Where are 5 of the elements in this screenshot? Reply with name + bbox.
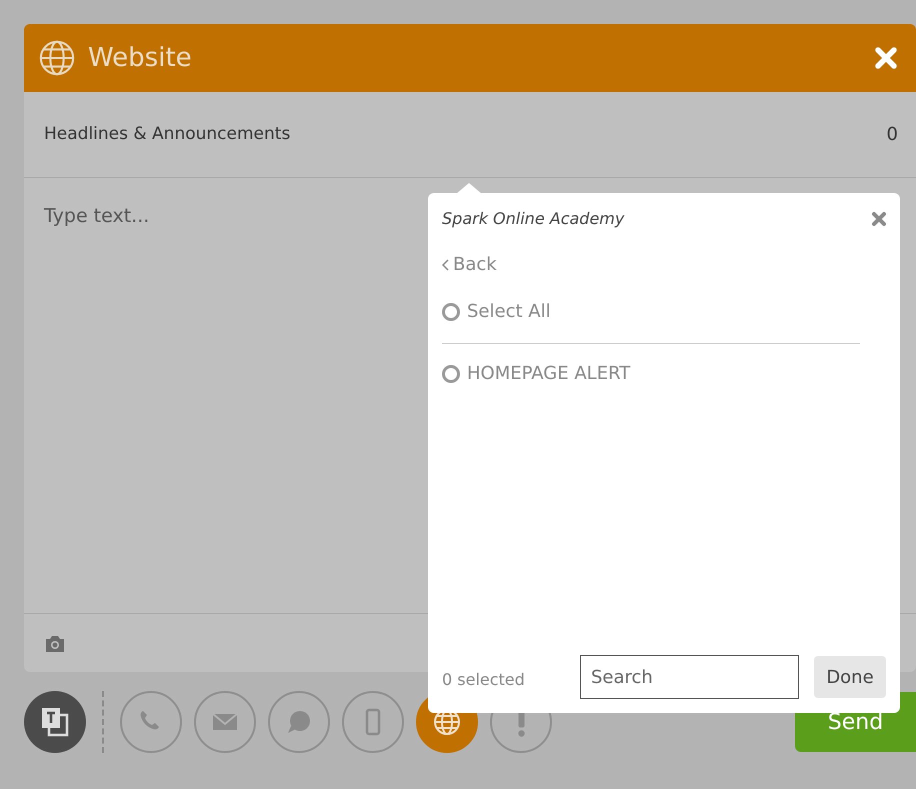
category-count: 0 (886, 123, 898, 147)
popover-title: Spark Online Academy (442, 208, 626, 230)
panel-title: Website (88, 42, 193, 74)
selected-count: 0 selected (442, 669, 526, 691)
category-label: Headlines & Announcements (44, 122, 292, 146)
